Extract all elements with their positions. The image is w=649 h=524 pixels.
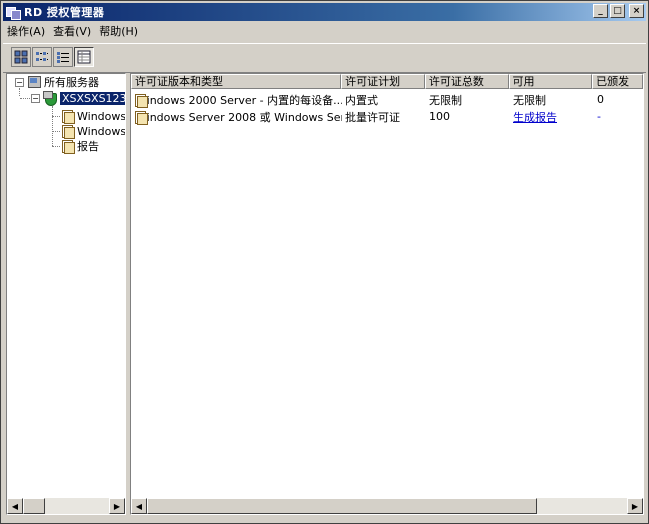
cell-total-licenses: 100 xyxy=(429,110,450,123)
menu-view[interactable]: 查看(V) xyxy=(49,23,95,39)
tree-node-label: 报告 xyxy=(77,140,99,153)
tree-collapse-toggle[interactable]: − xyxy=(31,94,40,103)
cell-license-version: Windows Server 2008 或 Windows Ser... xyxy=(131,109,342,125)
menu-help[interactable]: 帮助(H) xyxy=(95,23,142,39)
license-icon xyxy=(60,109,75,124)
cell-total-licenses: 无限制 xyxy=(429,93,462,107)
small-icons-icon xyxy=(36,52,48,61)
title-bar[interactable]: RD 授权管理器 _ □ × xyxy=(3,3,646,21)
large-icons-button[interactable] xyxy=(11,47,31,67)
cell-text: Windows 2000 Server - 内置的每设备... xyxy=(136,93,342,107)
tree-node-label: Windows Se xyxy=(77,124,126,138)
tree-line xyxy=(52,116,60,117)
rd-licensing-manager-window: RD 授权管理器 _ □ × 操作(A) 查看(V) 帮助(H) − 所有服务器… xyxy=(0,0,649,524)
small-icons-button[interactable] xyxy=(32,47,52,67)
tree-node-label: Windows 20 xyxy=(77,109,126,123)
column-header-available[interactable]: 可用 xyxy=(508,74,593,89)
tree-line xyxy=(52,131,60,132)
server-tree[interactable]: − 所有服务器 − XSXSXS123 Windows 20 Windows S… xyxy=(6,73,126,515)
tree-node-all-servers[interactable]: 所有服务器 xyxy=(27,74,99,90)
cell-available[interactable]: 生成报告 xyxy=(510,109,594,125)
license-icon xyxy=(60,139,75,154)
cell-available: 无限制 xyxy=(513,93,546,107)
scroll-thumb[interactable] xyxy=(23,498,45,514)
table-row[interactable]: Windows Server 2008 或 Windows Ser... 批量许… xyxy=(131,108,643,125)
tree-node-reports[interactable]: 报告 xyxy=(60,138,99,154)
column-header-license-version[interactable]: 许可证版本和类型 xyxy=(131,74,342,89)
window-title: RD 授权管理器 xyxy=(24,6,105,19)
maximize-button[interactable]: □ xyxy=(610,4,625,18)
minimize-button[interactable]: _ xyxy=(593,4,608,18)
license-icon xyxy=(60,124,75,139)
scroll-right-button[interactable]: ▶ xyxy=(109,498,125,514)
cell-license-program: 批量许可证 xyxy=(345,110,400,124)
large-icons-icon xyxy=(14,50,28,64)
tree-horizontal-scrollbar[interactable]: ◀ ▶ xyxy=(7,498,125,514)
column-header-total-licenses[interactable]: 许可证总数 xyxy=(424,74,509,89)
close-button[interactable]: × xyxy=(629,4,644,18)
cell-license-program: 内置式 xyxy=(345,93,378,107)
cell-license-version: Windows 2000 Server - 内置的每设备... xyxy=(131,92,342,108)
tree-line xyxy=(52,146,60,147)
details-button[interactable] xyxy=(74,47,94,67)
cell-text: Windows Server 2008 或 Windows Ser... xyxy=(136,110,342,124)
tree-node-label: XSXSXS123 xyxy=(59,90,125,106)
tree-node-server[interactable]: XSXSXS123 xyxy=(43,90,125,106)
app-icon xyxy=(6,5,21,20)
details-icon xyxy=(77,50,91,64)
column-header-issued[interactable]: 已颁发 xyxy=(592,74,643,89)
list-icon xyxy=(57,52,69,63)
tree-node-windows-2000[interactable]: Windows 20 xyxy=(60,108,126,124)
menu-action[interactable]: 操作(A) xyxy=(3,23,49,39)
tree-line xyxy=(52,106,53,146)
column-header-license-program[interactable]: 许可证计划 xyxy=(341,74,425,89)
license-list[interactable]: 许可证版本和类型 许可证计划 许可证总数 可用 已颁发 Windows 2000… xyxy=(130,73,644,515)
tree-line xyxy=(19,88,20,96)
scroll-left-button[interactable]: ◀ xyxy=(7,498,23,514)
servers-icon xyxy=(27,75,41,89)
cell-issued: 0 xyxy=(597,93,604,106)
tree-node-windows-server[interactable]: Windows Se xyxy=(60,123,126,139)
list-horizontal-scrollbar[interactable]: ◀ ▶ xyxy=(131,498,643,514)
tree-collapse-toggle[interactable]: − xyxy=(15,78,24,87)
list-header: 许可证版本和类型 许可证计划 许可证总数 可用 已颁发 xyxy=(131,74,643,89)
tree-node-label: 所有服务器 xyxy=(44,76,99,89)
toolbar xyxy=(3,43,646,73)
scroll-right-button[interactable]: ▶ xyxy=(627,498,643,514)
activated-server-icon xyxy=(43,91,57,106)
scroll-thumb[interactable] xyxy=(147,498,537,514)
menu-bar: 操作(A) 查看(V) 帮助(H) xyxy=(3,22,646,40)
generate-report-link[interactable]: 生成报告 xyxy=(513,111,557,124)
table-row[interactable]: Windows 2000 Server - 内置的每设备... 内置式 无限制 … xyxy=(131,91,643,108)
list-button[interactable] xyxy=(53,47,73,67)
scroll-left-button[interactable]: ◀ xyxy=(131,498,147,514)
cell-issued: - xyxy=(597,110,601,123)
